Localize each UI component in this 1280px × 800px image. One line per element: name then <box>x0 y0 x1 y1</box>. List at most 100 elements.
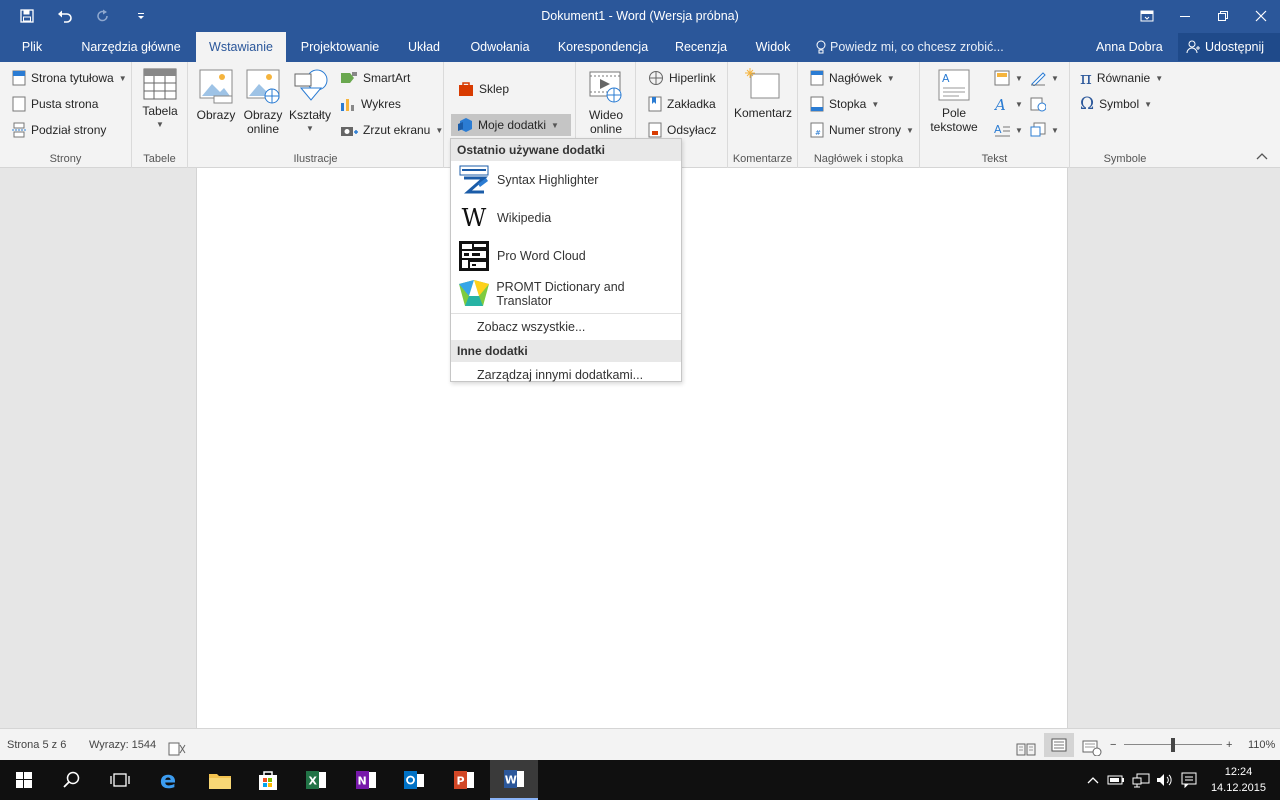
network-icon <box>1132 773 1150 788</box>
online-video-button[interactable]: Wideo online <box>584 68 628 136</box>
tab-projektowanie[interactable]: Projektowanie <box>290 32 390 62</box>
smartart-button[interactable]: SmartArt <box>340 67 410 89</box>
restore-icon[interactable] <box>1204 0 1242 32</box>
collapse-ribbon-icon[interactable] <box>1256 149 1268 163</box>
taskbar-excel[interactable]: X <box>292 760 340 800</box>
taskbar-file-explorer[interactable] <box>196 760 244 800</box>
zoom-level[interactable]: 110% <box>1248 729 1275 761</box>
tray-network[interactable] <box>1130 760 1152 800</box>
taskbar-store[interactable] <box>244 760 292 800</box>
shapes-button[interactable]: Kształty ▼ <box>288 68 332 136</box>
signature-line-button[interactable]: ▼ <box>1030 67 1059 89</box>
ribbon-display-options-icon[interactable] <box>1128 0 1166 32</box>
zoom-in-button[interactable]: + <box>1226 729 1232 761</box>
taskbar-word[interactable]: W <box>490 760 538 800</box>
omega-icon: Ω <box>1080 94 1095 114</box>
start-button[interactable] <box>0 760 48 800</box>
chevron-down-icon: ▼ <box>1144 99 1153 109</box>
tell-me-search[interactable]: Powiedz mi, co chcesz zrobić... <box>816 32 1004 62</box>
store-button[interactable]: Sklep <box>458 78 509 100</box>
minimize-icon[interactable] <box>1166 0 1204 32</box>
search-button[interactable] <box>48 760 96 800</box>
group-label-strony: Strony <box>49 153 82 165</box>
wordart-button[interactable]: A ▼ <box>994 93 1023 115</box>
web-layout-icon[interactable] <box>1082 737 1102 757</box>
tab-odwolania[interactable]: Odwołania <box>460 32 540 62</box>
addin-promt[interactable]: PROMT Dictionary and Translator <box>451 275 681 313</box>
footer-button[interactable]: Stopka ▼ <box>810 93 879 115</box>
blank-page-button[interactable]: Pusta strona <box>12 93 98 115</box>
online-pictures-button[interactable]: Obrazy online <box>240 68 286 136</box>
svg-text:N: N <box>358 775 367 788</box>
tab-plik[interactable]: Plik <box>8 32 56 62</box>
page-break-button[interactable]: Podział strony <box>12 119 106 141</box>
print-layout-icon[interactable] <box>1044 733 1074 757</box>
page-count[interactable]: Strona 5 z 6 <box>7 729 66 761</box>
comment-button[interactable]: Komentarz <box>732 68 794 120</box>
word-count[interactable]: Wyrazy: 1544 <box>89 729 156 761</box>
zoom-slider-thumb[interactable] <box>1171 738 1175 752</box>
tab-widok[interactable]: Widok <box>746 32 800 62</box>
group-label-tekst: Tekst <box>981 153 1008 165</box>
svg-text:#: # <box>815 129 821 137</box>
customize-qat-icon[interactable] <box>124 0 158 32</box>
tab-korespondencja[interactable]: Korespondencja <box>550 32 656 62</box>
close-icon[interactable] <box>1242 0 1280 32</box>
show-hidden-icons-button[interactable] <box>1084 760 1102 800</box>
equation-button[interactable]: π Równanie ▼ <box>1080 67 1163 89</box>
group-tabele: Tabela ▼ Tabele <box>132 62 188 168</box>
addin-wikipedia[interactable]: W Wikipedia <box>451 199 681 237</box>
tray-action-center[interactable] <box>1178 760 1200 800</box>
user-name[interactable]: Anna Dobra <box>1096 32 1163 62</box>
tray-volume[interactable] <box>1154 760 1176 800</box>
object-button[interactable]: ▼ <box>1030 119 1059 141</box>
taskbar-powerpoint[interactable]: P <box>440 760 488 800</box>
drop-cap-button[interactable]: A ▼ <box>994 119 1023 141</box>
taskbar-clock[interactable]: 12:24 14.12.2015 <box>1211 764 1266 796</box>
zoom-out-button[interactable]: − <box>1110 729 1116 761</box>
undo-icon[interactable] <box>48 0 82 32</box>
header-button[interactable]: Nagłówek ▼ <box>810 67 895 89</box>
my-addins-button[interactable]: Moje dodatki ▼ <box>451 114 571 136</box>
save-icon[interactable] <box>10 0 44 32</box>
date-time-button[interactable] <box>1030 93 1046 115</box>
proofing-icon[interactable] <box>168 737 186 756</box>
text-box-label-1: Pole <box>941 106 967 120</box>
tray-battery[interactable] <box>1106 760 1126 800</box>
read-mode-icon[interactable] <box>1016 737 1036 756</box>
cross-reference-label: Odsyłacz <box>667 123 717 137</box>
chevron-down-icon: ▼ <box>1015 125 1023 135</box>
taskbar-outlook[interactable] <box>390 760 438 800</box>
manage-addins-link[interactable]: Zarządzaj innymi dodatkami... <box>451 362 681 388</box>
tab-uklad[interactable]: Układ <box>398 32 450 62</box>
windows-logo-icon <box>16 772 32 788</box>
tab-narzedzia-glowne[interactable]: Narzędzia główne <box>68 32 194 62</box>
pictures-button[interactable]: Obrazy <box>196 68 236 122</box>
addin-pro-word-cloud[interactable]: Pro Word Cloud <box>451 237 681 275</box>
table-button[interactable]: Tabela ▼ <box>140 68 180 132</box>
quick-access-toolbar <box>10 0 158 32</box>
taskbar-edge[interactable]: e <box>144 760 192 800</box>
bookmark-button[interactable]: Zakładka <box>648 93 716 115</box>
screenshot-icon <box>341 127 358 136</box>
tab-recenzja[interactable]: Recenzja <box>668 32 734 62</box>
redo-icon[interactable] <box>86 0 120 32</box>
symbol-button[interactable]: Ω Symbol ▼ <box>1080 93 1152 115</box>
chevron-down-icon: ▼ <box>1015 99 1023 109</box>
window-title: Dokument1 - Word (Wersja próbna) <box>541 9 739 23</box>
addin-syntax-highlighter[interactable]: Syntax Highlighter <box>451 161 681 199</box>
cover-page-button[interactable]: Strona tytułowa ▼ <box>12 67 127 89</box>
tab-wstawianie[interactable]: Wstawianie <box>196 32 286 62</box>
quick-parts-button[interactable]: ▼ <box>994 67 1023 89</box>
edge-icon: e <box>159 766 177 794</box>
group-ilustracje: Obrazy Obrazy online Kształty ▼ SmartArt… <box>188 62 444 168</box>
chart-button[interactable]: Wykres <box>340 93 401 115</box>
page-number-button[interactable]: # Numer strony ▼ <box>810 119 914 141</box>
see-all-link[interactable]: Zobacz wszystkie... <box>451 314 681 340</box>
screenshot-button[interactable]: Zrzut ekranu ▼ <box>340 119 443 141</box>
taskbar-onenote[interactable]: N <box>342 760 390 800</box>
task-view-button[interactable] <box>96 760 144 800</box>
text-box-button[interactable]: A Pole tekstowe <box>924 68 984 134</box>
share-button[interactable]: Udostępnij <box>1178 33 1280 61</box>
hyperlink-button[interactable]: Hiperlink <box>648 67 716 89</box>
